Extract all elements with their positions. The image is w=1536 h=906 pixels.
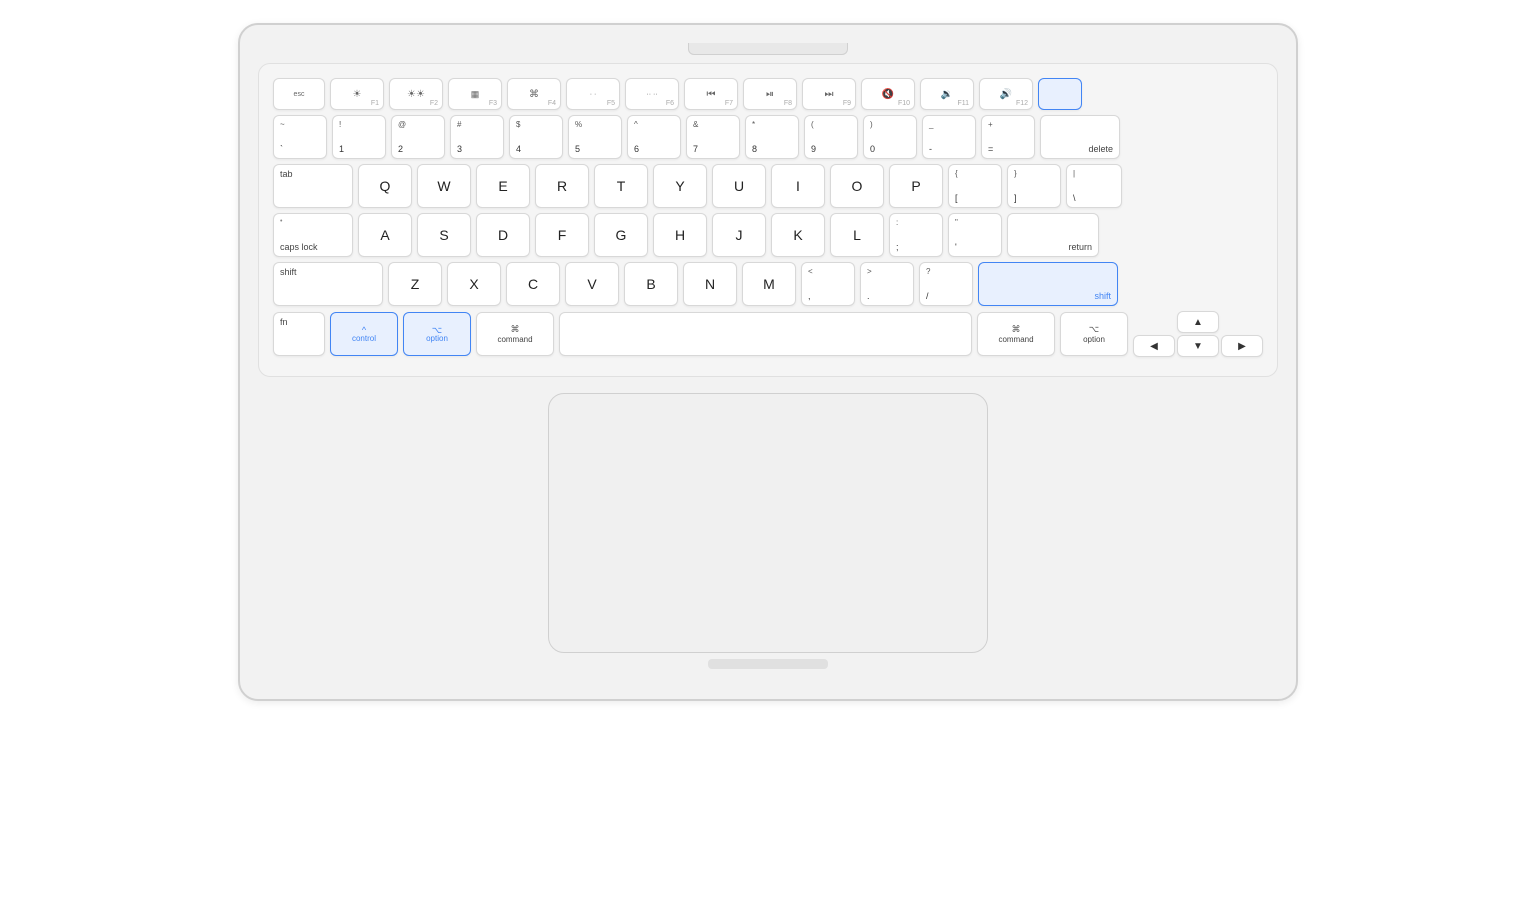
key-power[interactable] (1038, 78, 1082, 110)
key-f9[interactable]: ⏭ F9 (802, 78, 856, 110)
key-1[interactable]: ! 1 (332, 115, 386, 159)
key-command-left[interactable]: ⌘ command (476, 312, 554, 356)
key-x[interactable]: X (447, 262, 501, 306)
key-g[interactable]: G (594, 213, 648, 257)
trackpad[interactable] (548, 393, 988, 653)
key-f8[interactable]: ⏯ F8 (743, 78, 797, 110)
key-j[interactable]: J (712, 213, 766, 257)
key-f12[interactable]: 🔊 F12 (979, 78, 1033, 110)
key-f1[interactable]: ☀ F1 (330, 78, 384, 110)
key-arrow-up[interactable]: ▲ (1177, 311, 1219, 333)
key-backtick[interactable]: ~ ` (273, 115, 327, 159)
camera-bar (258, 43, 1278, 55)
key-slash[interactable]: ? / (919, 262, 973, 306)
keyboard-area: esc ☀ F1 ☀☀ F2 ▦ F3 ⌘ (258, 63, 1278, 377)
key-f2[interactable]: ☀☀ F2 (389, 78, 443, 110)
key-n[interactable]: N (683, 262, 737, 306)
key-3[interactable]: # 3 (450, 115, 504, 159)
trackpad-area (258, 393, 1278, 653)
key-capslock[interactable]: • caps lock (273, 213, 353, 257)
key-f4[interactable]: ⌘ F4 (507, 78, 561, 110)
bottom-chin (258, 659, 1278, 669)
key-tab[interactable]: tab (273, 164, 353, 208)
key-comma[interactable]: < , (801, 262, 855, 306)
key-c[interactable]: C (506, 262, 560, 306)
key-m[interactable]: M (742, 262, 796, 306)
key-o[interactable]: O (830, 164, 884, 208)
key-t[interactable]: T (594, 164, 648, 208)
key-a[interactable]: A (358, 213, 412, 257)
key-f3[interactable]: ▦ F3 (448, 78, 502, 110)
key-4[interactable]: $ 4 (509, 115, 563, 159)
chin-bar (708, 659, 828, 669)
key-0[interactable]: ) 0 (863, 115, 917, 159)
key-period[interactable]: > . (860, 262, 914, 306)
key-semicolon[interactable]: : ; (889, 213, 943, 257)
laptop-wrapper: esc ☀ F1 ☀☀ F2 ▦ F3 ⌘ (218, 23, 1318, 883)
key-arrow-right[interactable]: ▶ (1221, 335, 1263, 357)
key-fn[interactable]: fn (273, 312, 325, 356)
key-9[interactable]: ( 9 (804, 115, 858, 159)
key-return[interactable]: return (1007, 213, 1099, 257)
key-f5[interactable]: · · F5 (566, 78, 620, 110)
key-h[interactable]: H (653, 213, 707, 257)
key-f6[interactable]: ·· ·· F6 (625, 78, 679, 110)
key-rbracket[interactable]: } ] (1007, 164, 1061, 208)
key-6[interactable]: ^ 6 (627, 115, 681, 159)
key-i[interactable]: I (771, 164, 825, 208)
asdf-row: • caps lock A S D F G H J K L : ; " ' (273, 213, 1263, 257)
key-l[interactable]: L (830, 213, 884, 257)
key-lbracket[interactable]: { [ (948, 164, 1002, 208)
key-option-left[interactable]: ⌥ option (403, 312, 471, 356)
camera-notch (688, 43, 848, 55)
key-w[interactable]: W (417, 164, 471, 208)
key-2[interactable]: @ 2 (391, 115, 445, 159)
key-f10[interactable]: 🔇 F10 (861, 78, 915, 110)
key-delete[interactable]: delete (1040, 115, 1120, 159)
key-5[interactable]: % 5 (568, 115, 622, 159)
key-minus[interactable]: _ - (922, 115, 976, 159)
zxcv-row: shift Z X C V B N M < , > . ? (273, 262, 1263, 306)
key-f[interactable]: F (535, 213, 589, 257)
laptop-body: esc ☀ F1 ☀☀ F2 ▦ F3 ⌘ (238, 23, 1298, 701)
key-equals[interactable]: + = (981, 115, 1035, 159)
key-command-right[interactable]: ⌘ command (977, 312, 1055, 356)
key-p[interactable]: P (889, 164, 943, 208)
key-option-right[interactable]: ⌥ option (1060, 312, 1128, 356)
key-s[interactable]: S (417, 213, 471, 257)
key-control[interactable]: ^ control (330, 312, 398, 356)
key-arrow-down[interactable]: ▼ (1177, 335, 1219, 357)
key-8[interactable]: * 8 (745, 115, 799, 159)
key-d[interactable]: D (476, 213, 530, 257)
key-backslash[interactable]: | \ (1066, 164, 1122, 208)
key-z[interactable]: Z (388, 262, 442, 306)
key-space[interactable] (559, 312, 972, 356)
key-arrow-left[interactable]: ◀ (1133, 335, 1175, 357)
key-e[interactable]: E (476, 164, 530, 208)
number-row: ~ ` ! 1 @ 2 # 3 $ 4 (273, 115, 1263, 159)
key-f7[interactable]: ⏮ F7 (684, 78, 738, 110)
key-r[interactable]: R (535, 164, 589, 208)
arrow-cluster: ▲ ◀ ▼ ▶ (1133, 311, 1263, 357)
key-u[interactable]: U (712, 164, 766, 208)
key-f11[interactable]: 🔉 F11 (920, 78, 974, 110)
bottom-row: fn ^ control ⌥ option ⌘ (273, 311, 1263, 357)
key-v[interactable]: V (565, 262, 619, 306)
key-esc[interactable]: esc (273, 78, 325, 110)
key-y[interactable]: Y (653, 164, 707, 208)
key-shift-left[interactable]: shift (273, 262, 383, 306)
function-row: esc ☀ F1 ☀☀ F2 ▦ F3 ⌘ (273, 78, 1263, 110)
key-shift-right[interactable]: shift (978, 262, 1118, 306)
key-7[interactable]: & 7 (686, 115, 740, 159)
key-k[interactable]: K (771, 213, 825, 257)
key-quote[interactable]: " ' (948, 213, 1002, 257)
qwerty-row: tab Q W E R T Y U I O P { [ } ] (273, 164, 1263, 208)
key-b[interactable]: B (624, 262, 678, 306)
key-q[interactable]: Q (358, 164, 412, 208)
